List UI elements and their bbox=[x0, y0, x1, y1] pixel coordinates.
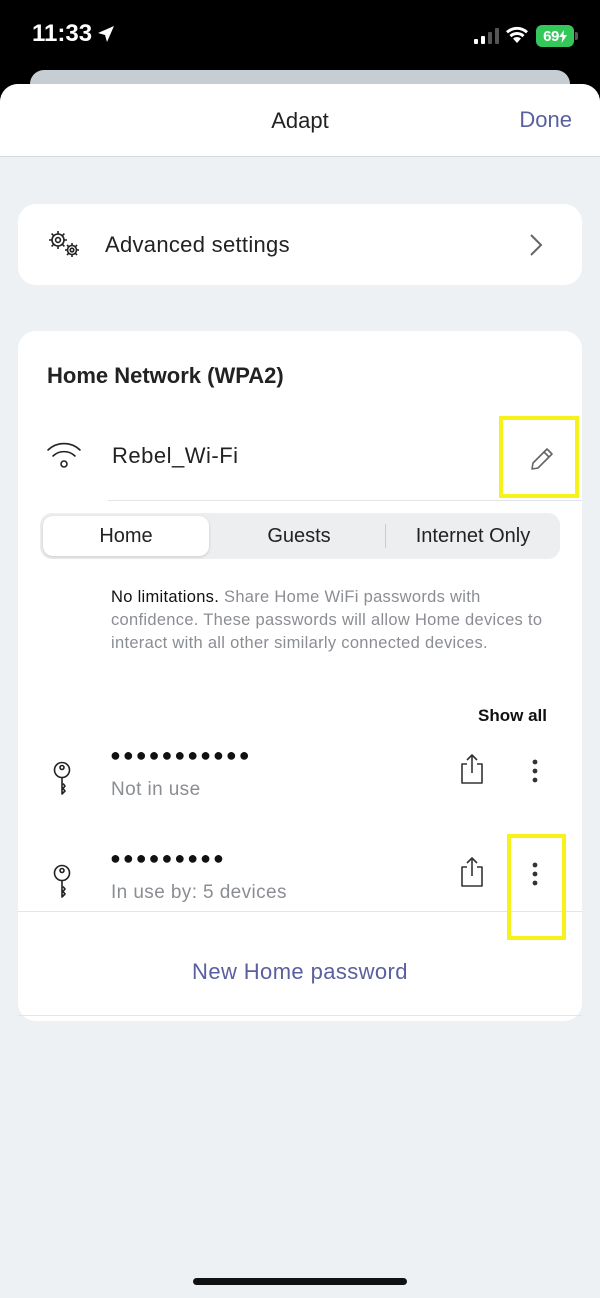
description-strong: No limitations. bbox=[111, 588, 220, 606]
tab-home[interactable]: Home bbox=[43, 516, 209, 556]
tab-internet-only[interactable]: Internet Only bbox=[386, 516, 560, 556]
battery-level: 69 bbox=[543, 27, 559, 45]
edit-ssid-button[interactable] bbox=[499, 416, 579, 498]
status-time: 11:33 bbox=[32, 20, 93, 47]
gears-icon bbox=[49, 231, 79, 257]
show-all-button[interactable]: Show all bbox=[478, 706, 547, 726]
battery-indicator: 69 bbox=[536, 25, 574, 47]
ssid-label: Rebel_Wi-Fi bbox=[112, 443, 239, 468]
pencil-icon bbox=[531, 448, 553, 470]
share-icon[interactable] bbox=[459, 856, 485, 888]
done-button[interactable]: Done bbox=[519, 107, 572, 133]
password-row: ●●●●●●●●● In use by: 5 devices bbox=[18, 834, 582, 944]
nav-bar: Adapt Done bbox=[0, 84, 600, 157]
new-home-password-button[interactable]: New Home password bbox=[18, 959, 582, 985]
share-icon[interactable] bbox=[459, 753, 485, 785]
network-type-segmented-control: Home Guests Internet Only bbox=[40, 513, 560, 559]
masked-password: ●●●●●●●●● bbox=[110, 848, 226, 868]
home-indicator bbox=[193, 1278, 407, 1285]
wifi-icon bbox=[47, 442, 81, 468]
masked-password: ●●●●●●●●●●● bbox=[110, 745, 252, 765]
divider bbox=[108, 500, 582, 501]
wifi-status-icon bbox=[506, 26, 528, 43]
advanced-settings-label: Advanced settings bbox=[105, 232, 290, 257]
more-options-highlight[interactable] bbox=[507, 834, 566, 940]
location-arrow-icon bbox=[98, 26, 114, 42]
tab-guests[interactable]: Guests bbox=[216, 516, 382, 556]
password-row: ●●●●●●●●●●● Not in use bbox=[18, 741, 582, 841]
battery-tip bbox=[575, 32, 578, 40]
more-options-icon[interactable] bbox=[531, 862, 539, 886]
password-status: In use by: 5 devices bbox=[111, 882, 287, 903]
password-status: Not in use bbox=[111, 779, 201, 800]
charging-bolt-icon bbox=[558, 29, 567, 43]
adapt-sheet: Adapt Done Advanced settings Home Networ… bbox=[0, 84, 600, 1298]
status-bar: 11:33 69 bbox=[0, 0, 600, 70]
ssid-row: Rebel_Wi-Fi bbox=[18, 411, 582, 501]
more-options-icon[interactable] bbox=[531, 759, 539, 783]
advanced-settings-row[interactable]: Advanced settings bbox=[18, 204, 582, 285]
page-title: Adapt bbox=[271, 108, 329, 133]
network-title: Home Network (WPA2) bbox=[47, 363, 284, 388]
key-icon bbox=[53, 864, 71, 898]
chevron-right-icon bbox=[530, 234, 543, 256]
divider bbox=[18, 1015, 582, 1016]
key-icon bbox=[53, 761, 71, 795]
network-description: No limitations. Share Home WiFi password… bbox=[111, 586, 551, 655]
home-network-card: Home Network (WPA2) Rebel_Wi-Fi Home Gue… bbox=[18, 331, 582, 1021]
cellular-signal-icon bbox=[474, 28, 499, 44]
